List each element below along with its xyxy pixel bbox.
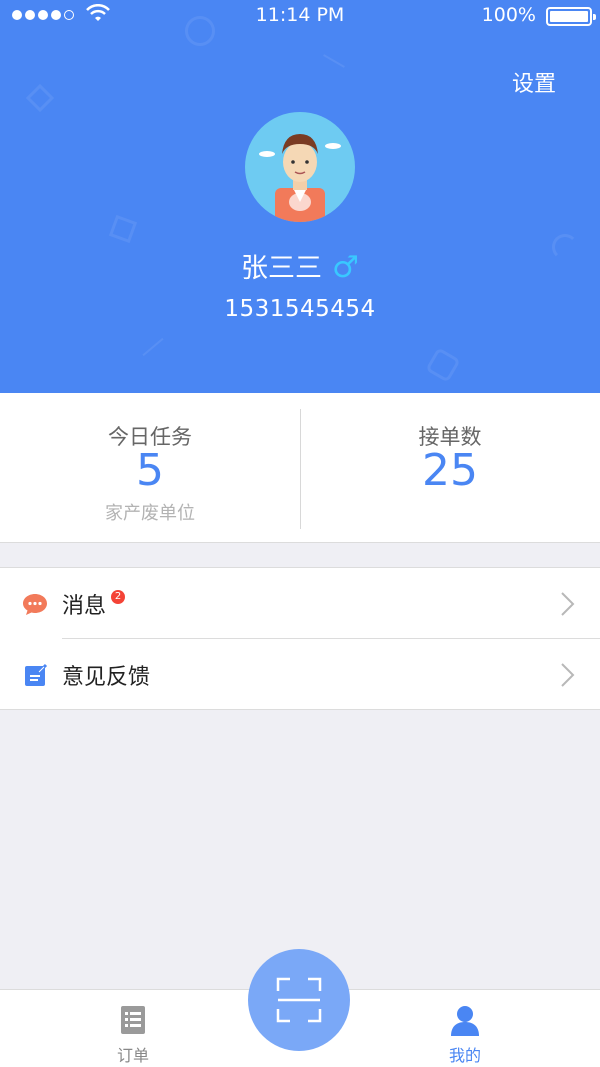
user-phone: 1531545454: [224, 296, 376, 322]
decorative-line: [142, 337, 164, 357]
order-list-icon: [121, 1006, 145, 1034]
settings-button[interactable]: 设置: [512, 66, 556, 98]
avatar[interactable]: [245, 112, 355, 222]
user-icon: [451, 1006, 479, 1036]
profile-header: 11:14 PM 100% 设置 张三三 ♂ 1531545454: [0, 0, 600, 393]
menu-list: 消息 2 意见反馈: [0, 567, 600, 710]
scan-icon: [276, 977, 322, 1023]
decorative-diamond: [25, 83, 55, 113]
user-name: 张三三: [241, 253, 323, 284]
tab-mine[interactable]: 我的: [405, 990, 525, 1067]
avatar-illustration: [259, 134, 341, 222]
menu-item-label: 意见反馈: [62, 665, 151, 690]
stat-value: 25: [422, 445, 478, 496]
tab-label: 订单: [116, 1046, 149, 1065]
menu-item-feedback[interactable]: 意见反馈: [0, 639, 600, 710]
male-gender-icon: ♂: [332, 250, 359, 285]
decorative-hexagon: [425, 347, 461, 383]
menu-item-messages[interactable]: 消息 2: [0, 568, 600, 639]
decorative-line: [323, 54, 345, 68]
message-icon: [23, 594, 47, 615]
stat-today-tasks[interactable]: 今日任务 5 家产废单位: [0, 393, 300, 543]
decorative-triangle: [108, 214, 138, 244]
user-name-row: 张三三 ♂: [0, 246, 600, 285]
tab-label: 我的: [448, 1046, 481, 1065]
battery-percentage: 100%: [481, 4, 536, 26]
feedback-icon: [25, 663, 48, 686]
battery-icon: [546, 7, 596, 26]
chevron-right-icon: [561, 592, 575, 616]
scan-button[interactable]: [248, 949, 350, 1051]
menu-item-label: 消息: [62, 594, 107, 619]
chevron-right-icon: [561, 663, 575, 687]
status-bar: 11:14 PM 100%: [0, 0, 600, 32]
unread-badge: 2: [111, 590, 125, 604]
stats-panel: 今日任务 5 家产废单位 接单数 25: [0, 393, 600, 543]
stat-orders-taken[interactable]: 接单数 25: [300, 393, 600, 543]
stat-subtitle: 家产废单位: [105, 503, 195, 524]
stat-value: 5: [136, 445, 164, 496]
tab-orders[interactable]: 订单: [73, 990, 193, 1067]
